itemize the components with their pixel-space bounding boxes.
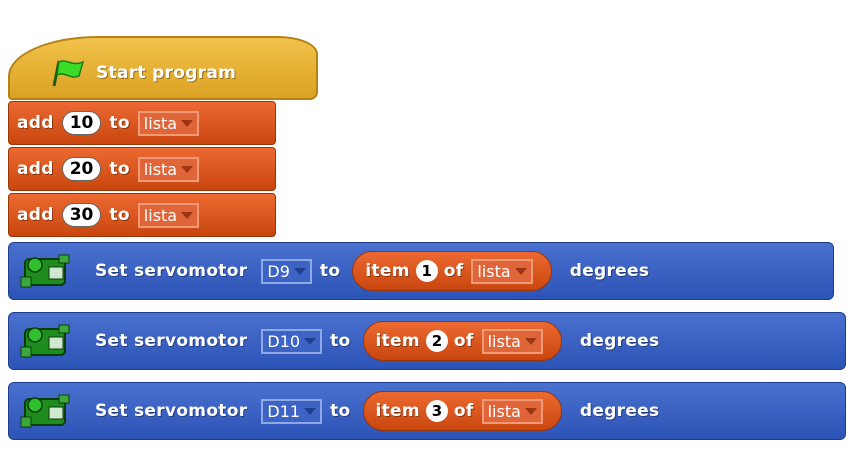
dropdown-arrow-icon (304, 337, 317, 345)
add-to-list-block[interactable]: add 30 to lista (8, 193, 276, 237)
list-dropdown[interactable]: lista (137, 156, 200, 182)
to-keyword: to (330, 331, 351, 351)
value-input[interactable]: 30 (61, 203, 102, 227)
list-dropdown[interactable]: lista (137, 202, 200, 228)
list-dropdown-value: lista (143, 205, 178, 225)
dropdown-arrow-icon (524, 407, 537, 415)
list-dropdown-value: lista (143, 159, 178, 179)
index-input[interactable]: 1 (415, 260, 438, 282)
add-to-list-block[interactable]: add 20 to lista (8, 147, 276, 191)
list-dropdown[interactable]: lista (481, 328, 543, 354)
add-keyword: add (17, 205, 54, 225)
list-dropdown[interactable]: lista (137, 110, 200, 136)
servomotor-icon (20, 394, 70, 428)
value-input[interactable]: 10 (61, 111, 102, 135)
hat-label: Start program (96, 63, 237, 83)
dropdown-arrow-icon (514, 267, 527, 275)
list-dropdown[interactable]: lista (481, 398, 543, 424)
degrees-keyword: degrees (569, 261, 650, 281)
to-keyword: to (330, 401, 351, 421)
green-flag-icon (52, 60, 85, 87)
list-dropdown-value: lista (143, 113, 178, 133)
item-keyword: item (365, 261, 410, 281)
port-dropdown-value: D9 (267, 261, 290, 281)
item-keyword: item (375, 331, 420, 351)
port-dropdown[interactable]: D9 (261, 258, 312, 284)
set-servomotor-block[interactable]: Set servomotor D11 to item 3 of lista de… (8, 382, 846, 440)
dropdown-arrow-icon (181, 119, 194, 127)
port-dropdown[interactable]: D11 (261, 398, 323, 424)
add-to-list-block[interactable]: add 10 to lista (8, 101, 276, 145)
port-dropdown-value: D10 (267, 331, 301, 351)
dropdown-arrow-icon (293, 267, 306, 275)
dropdown-arrow-icon (181, 211, 194, 219)
servomotor-icon (20, 324, 70, 358)
of-keyword: of (453, 331, 474, 351)
add-keyword: add (17, 113, 54, 133)
to-keyword: to (319, 261, 341, 281)
set-servomotor-label: Set servomotor (95, 261, 248, 281)
value-input[interactable]: 20 (61, 157, 102, 181)
of-keyword: of (453, 401, 474, 421)
item-of-list-reporter[interactable]: item 1 of lista (352, 251, 552, 291)
to-keyword: to (109, 159, 130, 179)
of-keyword: of (443, 261, 464, 281)
degrees-keyword: degrees (579, 401, 660, 421)
index-input[interactable]: 2 (425, 330, 448, 352)
set-servomotor-block[interactable]: Set servomotor D10 to item 2 of lista de… (8, 312, 846, 370)
list-dropdown-value: lista (487, 401, 521, 421)
list-dropdown[interactable]: lista (471, 258, 533, 284)
add-keyword: add (17, 159, 54, 179)
set-servomotor-label: Set servomotor (95, 331, 248, 351)
dropdown-arrow-icon (304, 407, 317, 415)
list-dropdown-value: lista (487, 331, 521, 351)
port-dropdown[interactable]: D10 (261, 328, 323, 354)
port-dropdown-value: D11 (267, 401, 301, 421)
servomotor-icon (20, 254, 70, 288)
degrees-keyword: degrees (579, 331, 660, 351)
item-of-list-reporter[interactable]: item 2 of lista (362, 321, 562, 361)
to-keyword: to (109, 113, 130, 133)
dropdown-arrow-icon (524, 337, 537, 345)
dropdown-arrow-icon (181, 165, 194, 173)
list-dropdown-value: lista (477, 261, 511, 281)
set-servomotor-block[interactable]: Set servomotor D9 to item 1 of lista deg… (8, 242, 834, 300)
start-program-hat-block[interactable]: Start program (8, 36, 318, 100)
set-servomotor-label: Set servomotor (95, 401, 248, 421)
item-keyword: item (375, 401, 420, 421)
to-keyword: to (109, 205, 130, 225)
item-of-list-reporter[interactable]: item 3 of lista (362, 391, 562, 431)
index-input[interactable]: 3 (425, 400, 448, 422)
